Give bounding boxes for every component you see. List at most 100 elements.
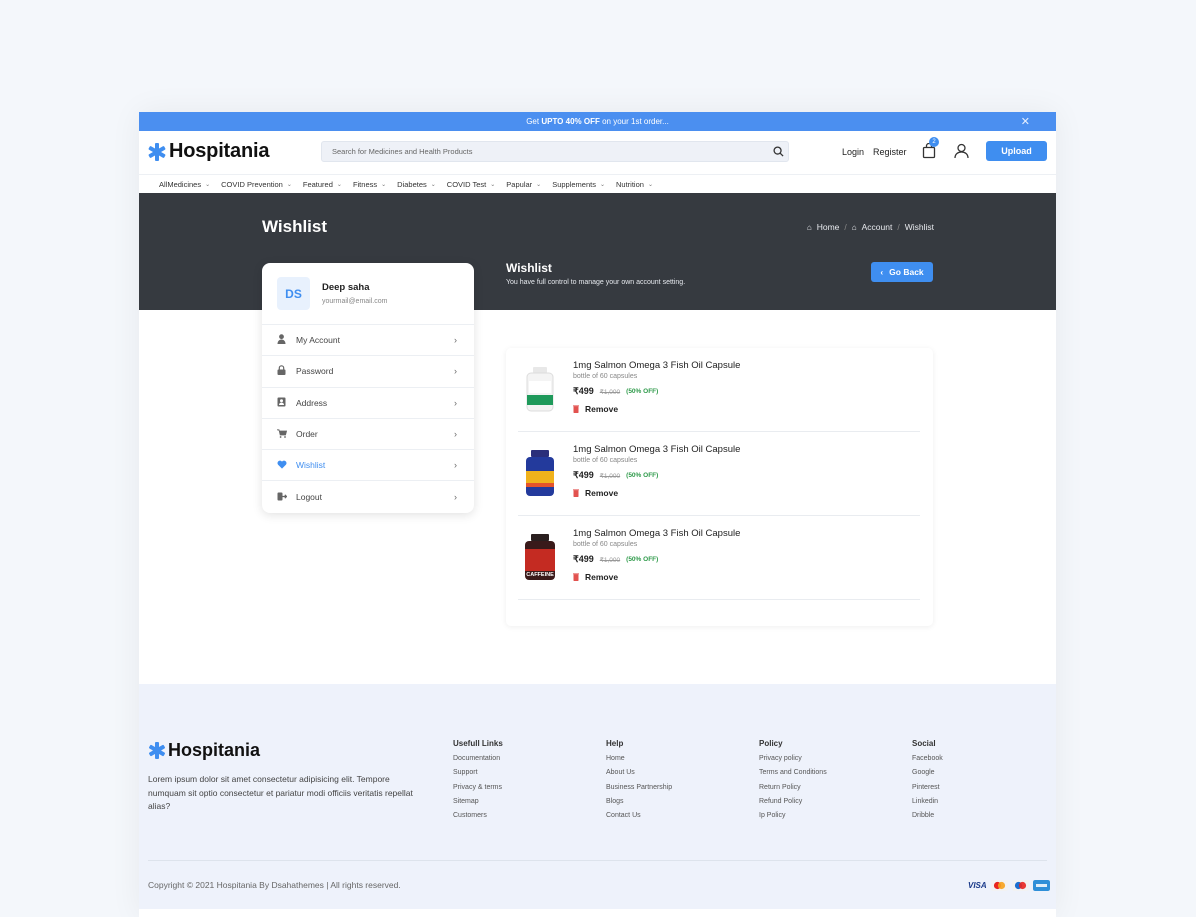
nav-item-allmedicines[interactable]: AllMedicines ⌄	[159, 180, 210, 189]
footer-link[interactable]: Return Policy	[759, 784, 827, 798]
sidebar-item-password[interactable]: Password ›	[262, 356, 474, 388]
breadcrumb: ⌂ Home / ⌂ Account / Wishlist	[807, 222, 934, 232]
register-link[interactable]: Register	[873, 147, 907, 157]
nav-label: AllMedicines	[159, 179, 202, 189]
nav-item-covid-test[interactable]: COVID Test ⌄	[447, 180, 496, 189]
nav-item-fitness[interactable]: Fitness ⌄	[353, 180, 386, 189]
go-back-button[interactable]: ‹ Go Back	[871, 262, 933, 282]
user-icon	[277, 334, 296, 346]
footer-description: Lorem ipsum dolor sit amet consectetur a…	[148, 774, 413, 811]
logout-icon	[277, 492, 296, 503]
chevron-down-icon: ⌄	[381, 181, 387, 188]
logo-mark-icon	[148, 142, 166, 161]
browser-page: Get UPTO 40% OFF on your 1st order... ✕ …	[139, 112, 1056, 917]
nav-label: Supplements	[552, 179, 596, 189]
nav-item-featured[interactable]: Featured ⌄	[303, 180, 342, 189]
product-title[interactable]: 1mg Salmon Omega 3 Fish Oil Capsule	[573, 444, 740, 455]
footer-heading: Help	[606, 739, 624, 748]
nav-item-nutrition[interactable]: Nutrition ⌄	[616, 180, 653, 189]
user-icon[interactable]	[954, 143, 969, 159]
sidebar-item-wishlist[interactable]: Wishlist ›	[262, 450, 474, 482]
nav-item-covid-prevention[interactable]: COVID Prevention ⌄	[221, 180, 292, 189]
product-title[interactable]: 1mg Salmon Omega 3 Fish Oil Capsule	[573, 528, 740, 539]
sidebar-item-my-account[interactable]: My Account ›	[262, 325, 474, 357]
chevron-right-icon: ›	[454, 366, 457, 377]
maestro-icon	[1011, 880, 1029, 891]
footer-heading: Social	[912, 739, 936, 748]
product-image-label: CAFFEINE	[526, 572, 554, 578]
search-input[interactable]	[322, 147, 768, 156]
footer-link[interactable]: Ip Policy	[759, 812, 827, 826]
remove-button[interactable]: Remove	[573, 488, 740, 498]
product-discount: (50% OFF)	[626, 472, 659, 479]
breadcrumb-separator: /	[844, 222, 847, 232]
profile-name: Deep saha	[322, 282, 370, 293]
chevron-left-icon: ‹	[880, 267, 884, 277]
sidebar-item-label: My Account	[296, 335, 340, 346]
search-icon[interactable]	[768, 146, 788, 157]
footer-link[interactable]: Sitemap	[453, 798, 503, 812]
chevron-right-icon: ›	[454, 397, 457, 408]
breadcrumb-home[interactable]: Home	[817, 222, 840, 232]
sidebar-item-label: Logout	[296, 492, 322, 503]
search-bar	[321, 141, 789, 162]
sidebar-item-logout[interactable]: Logout ›	[262, 481, 474, 512]
footer-link[interactable]: Business Partnership	[606, 784, 672, 798]
panel-subtitle: You have full control to manage your own…	[506, 279, 686, 286]
product-price: ₹499	[573, 386, 594, 396]
footer-link[interactable]: Home	[606, 755, 672, 769]
login-link[interactable]: Login	[842, 147, 864, 157]
footer-link[interactable]: Google	[912, 769, 943, 783]
footer-link[interactable]: Facebook	[912, 755, 943, 769]
copyright: Copyright © 2021 Hospitania By Dsahathem…	[148, 880, 401, 890]
upload-button[interactable]: Upload	[986, 141, 1047, 161]
remove-button[interactable]: Remove	[573, 572, 740, 582]
chevron-down-icon: ⌄	[490, 181, 496, 188]
remove-button[interactable]: Remove	[573, 404, 740, 414]
heart-icon	[277, 460, 296, 471]
logo[interactable]: Hospitania	[148, 140, 269, 163]
footer-link[interactable]: Documentation	[453, 755, 503, 769]
chevron-down-icon: ⌄	[647, 181, 653, 188]
close-icon[interactable]: ✕	[1021, 115, 1030, 128]
nav-label: Fitness	[352, 179, 378, 189]
footer-link[interactable]: Terms and Conditions	[759, 769, 827, 783]
nav-item-diabetes[interactable]: Diabetes ⌄	[397, 180, 436, 189]
footer-link[interactable]: Linkedin	[912, 798, 943, 812]
product-title[interactable]: 1mg Salmon Omega 3 Fish Oil Capsule	[573, 360, 740, 371]
footer-link[interactable]: Blogs	[606, 798, 672, 812]
footer-link[interactable]: Pinterest	[912, 784, 943, 798]
avatar: DS	[277, 277, 310, 310]
sidebar-item-order[interactable]: Order ›	[262, 419, 474, 451]
sidebar-item-label: Wishlist	[296, 460, 326, 471]
product-image[interactable]: CAFFEINE	[518, 532, 562, 582]
profile-summary: DS Deep saha yourmail@email.com	[262, 263, 474, 325]
page-bottom-edge	[143, 909, 1053, 917]
footer-link[interactable]: Support	[453, 769, 503, 783]
cart-button[interactable]: 2	[922, 137, 939, 159]
sidebar-item-address[interactable]: Address ›	[262, 388, 474, 419]
footer-link[interactable]: Privacy policy	[759, 755, 827, 769]
product-image[interactable]	[518, 364, 562, 414]
product-old-price: ₹1,000	[599, 472, 621, 480]
nav-label: COVID Prevention	[221, 179, 283, 189]
footer-heading: Usefull Links	[453, 739, 503, 748]
breadcrumb-account[interactable]: Account	[862, 222, 893, 232]
footer-link[interactable]: About Us	[606, 769, 672, 783]
product-image[interactable]	[518, 448, 562, 498]
product-subtitle: bottle of 60 capsules	[573, 457, 638, 464]
footer-link[interactable]: Customers	[453, 812, 503, 826]
account-menu: My Account › Password › Address › Order …	[262, 325, 474, 513]
footer-logo[interactable]: Hospitania	[148, 740, 260, 761]
nav-label: Featured	[302, 179, 333, 189]
footer-link[interactable]: Dribble	[912, 812, 943, 826]
footer-logo-text: Hospitania	[168, 740, 261, 760]
mastercard-icon	[990, 880, 1008, 891]
footer-link[interactable]: Refund Policy	[759, 798, 827, 812]
nav-item-papular[interactable]: Papular ⌄	[506, 180, 541, 189]
footer-link[interactable]: Contact Us	[606, 812, 672, 826]
footer: Hospitania Lorem ipsum dolor sit amet co…	[139, 684, 1056, 909]
footer-link[interactable]: Privacy & terms	[453, 784, 503, 798]
trash-icon	[573, 405, 579, 413]
nav-item-supplements[interactable]: Supplements ⌄	[552, 180, 605, 189]
